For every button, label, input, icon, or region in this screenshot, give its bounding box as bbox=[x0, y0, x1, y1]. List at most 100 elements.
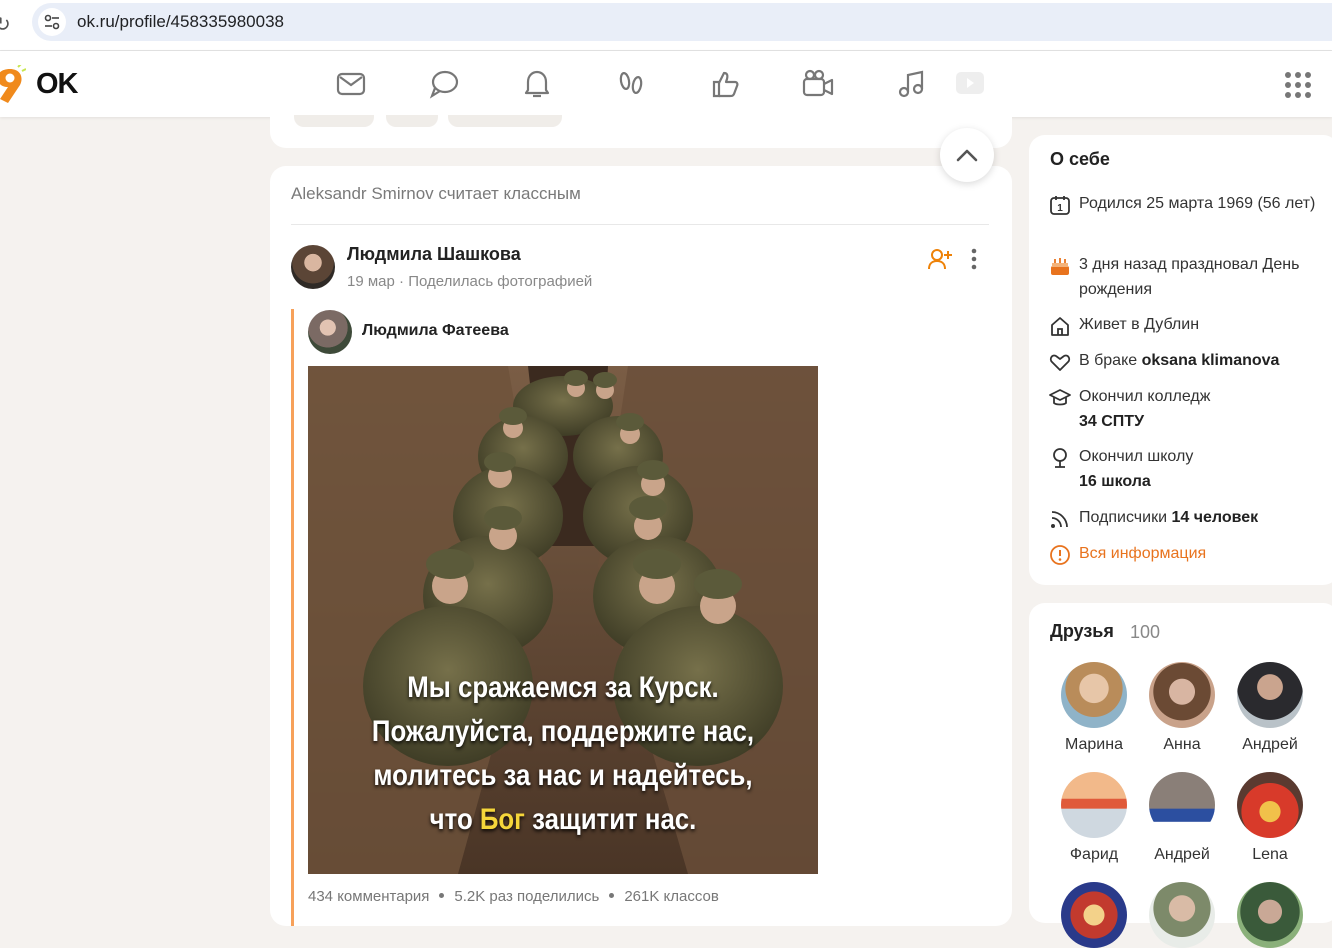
friends-title[interactable]: Друзья bbox=[1050, 621, 1114, 642]
friend-item[interactable] bbox=[1225, 882, 1315, 948]
top-navigation: OK bbox=[0, 51, 1332, 117]
friend-avatar bbox=[1149, 882, 1215, 948]
caption-line-part: защитит нас. bbox=[524, 803, 697, 836]
friend-avatar bbox=[1061, 662, 1127, 728]
friend-item[interactable]: Lena bbox=[1225, 772, 1315, 864]
post-author-name[interactable]: Людмила Шашкова bbox=[347, 244, 521, 265]
caption-line: что Бог защитит нас. bbox=[344, 798, 783, 842]
rss-icon bbox=[1051, 511, 1068, 528]
post-action: Поделилась фотографией bbox=[408, 273, 593, 290]
site-info-icon[interactable] bbox=[38, 8, 66, 36]
about-subscribers-text: Подписчики 14 человек bbox=[1079, 505, 1319, 530]
svg-text:1: 1 bbox=[1057, 203, 1063, 214]
shares-count[interactable]: 5.2K раз поделились bbox=[454, 888, 599, 905]
post-stats: 434 комментария 5.2K раз поделились 261K к… bbox=[308, 888, 719, 905]
reload-icon[interactable]: ↻ bbox=[0, 12, 11, 37]
home-icon bbox=[1051, 317, 1069, 336]
about-title: О себе bbox=[1050, 149, 1110, 169]
about-birth: 1 Родился 25 марта 1969 (56 лет) bbox=[1049, 191, 1319, 216]
author-avatar[interactable] bbox=[291, 245, 335, 289]
scroll-up-button[interactable] bbox=[940, 128, 994, 182]
hearts-icon bbox=[1049, 354, 1071, 371]
post-photo[interactable]: Мы сражаемся за Курск. Пожалуйста, подде… bbox=[308, 366, 818, 874]
logo-text: OK bbox=[36, 68, 78, 100]
repost-author-name[interactable]: Людмила Фатеева bbox=[362, 322, 509, 340]
post-date[interactable]: 19 мар bbox=[347, 273, 395, 290]
meta-separator: · bbox=[399, 273, 409, 290]
url-text: ok.ru/profile/458335980038 bbox=[77, 12, 284, 31]
about-school: Окончил школу 16 школа bbox=[1049, 444, 1319, 494]
caption-line: Пожалуйста, поддержите нас, bbox=[371, 715, 755, 748]
about-location-text: Живет в Дублин bbox=[1079, 316, 1200, 333]
add-friend-icon[interactable] bbox=[927, 246, 953, 272]
friend-avatar bbox=[1237, 882, 1303, 948]
more-options-icon[interactable] bbox=[964, 246, 984, 272]
ok-logo[interactable]: OK bbox=[0, 59, 84, 109]
liked-by-line: Aleksandr Smirnov считает классным bbox=[291, 184, 581, 203]
friend-name: Андрей bbox=[1242, 736, 1298, 753]
stats-separator bbox=[609, 893, 615, 898]
college-link[interactable]: 34 СПТУ bbox=[1079, 413, 1144, 430]
friend-item[interactable]: Анна bbox=[1137, 662, 1227, 754]
subscribers-link[interactable]: 14 человек bbox=[1171, 509, 1258, 526]
apps-grid-icon[interactable] bbox=[1284, 71, 1312, 99]
friend-item[interactable]: Марина bbox=[1049, 662, 1139, 754]
about-birth-text: Родился 25 марта 1969 (56 лет) bbox=[1079, 195, 1316, 212]
friend-item[interactable]: Андрей bbox=[1225, 662, 1315, 754]
calendar-icon: 1 bbox=[1050, 196, 1070, 215]
school-icon bbox=[1053, 448, 1067, 468]
friend-avatar bbox=[1237, 772, 1303, 838]
spouse-link[interactable]: oksana klimanova bbox=[1142, 352, 1280, 369]
guests-icon[interactable] bbox=[614, 67, 648, 101]
chevron-up-icon bbox=[956, 149, 978, 162]
ok-logo-mark-icon bbox=[0, 65, 26, 103]
friend-item[interactable] bbox=[1049, 882, 1139, 948]
caption-line-part: что bbox=[429, 803, 480, 836]
discussions-icon[interactable] bbox=[427, 67, 461, 101]
caption-highlight: Бог bbox=[479, 803, 525, 836]
friend-item[interactable]: Андрей bbox=[1137, 772, 1227, 864]
all-info-link[interactable]: Вся информация bbox=[1049, 541, 1319, 566]
clips-icon[interactable] bbox=[952, 67, 986, 101]
about-school-text: Окончил школу 16 школа bbox=[1079, 444, 1319, 494]
stats-separator bbox=[439, 893, 445, 898]
school-link[interactable]: 16 школа bbox=[1079, 473, 1151, 490]
friend-avatar bbox=[1061, 772, 1127, 838]
friends-count: 100 bbox=[1130, 622, 1161, 642]
subscribers-label: Подписчики bbox=[1079, 509, 1168, 526]
music-icon[interactable] bbox=[894, 67, 928, 101]
comments-count[interactable]: 434 комментария bbox=[308, 888, 429, 905]
college-label: Окончил колледж bbox=[1079, 388, 1211, 405]
caption-line: Мы сражаемся за Курск. bbox=[407, 671, 719, 704]
post-meta: 19 мар · Поделилась фотографией bbox=[347, 273, 592, 290]
likes-count[interactable]: 261K классов bbox=[624, 888, 719, 905]
previous-post-card bbox=[270, 115, 1012, 148]
friend-avatar bbox=[1237, 662, 1303, 728]
friend-avatar bbox=[1149, 662, 1215, 728]
video-icon[interactable] bbox=[801, 67, 835, 101]
about-marriage: В браке oksana klimanova bbox=[1049, 348, 1319, 373]
url-field[interactable]: ok.ru/profile/458335980038 bbox=[32, 3, 1332, 41]
about-marriage-text: В браке oksana klimanova bbox=[1079, 348, 1319, 373]
friend-item[interactable] bbox=[1137, 882, 1227, 948]
friend-item[interactable]: Фарид bbox=[1049, 772, 1139, 864]
previous-post-action-pill[interactable] bbox=[386, 115, 438, 127]
previous-post-action-pill[interactable] bbox=[294, 115, 374, 127]
friend-name: Марина bbox=[1065, 736, 1123, 753]
friend-avatar bbox=[1149, 772, 1215, 838]
friend-name: Lena bbox=[1252, 846, 1288, 863]
events-like-icon[interactable] bbox=[708, 67, 742, 101]
about-birthday-text: 3 дня назад праздновал День рождения bbox=[1079, 256, 1300, 298]
repost-indicator bbox=[291, 309, 294, 926]
cake-icon bbox=[1051, 258, 1069, 275]
repost-author-avatar[interactable] bbox=[308, 310, 352, 354]
school-label: Окончил школу bbox=[1079, 448, 1194, 465]
graduation-cap-icon bbox=[1049, 389, 1071, 406]
messages-icon[interactable] bbox=[334, 67, 368, 101]
about-college-text: Окончил колледж 34 СПТУ bbox=[1079, 384, 1319, 434]
info-icon bbox=[1050, 545, 1070, 565]
marriage-label: В браке bbox=[1079, 352, 1138, 369]
previous-post-action-pill[interactable] bbox=[448, 115, 562, 127]
notifications-icon[interactable] bbox=[520, 67, 554, 101]
friend-name: Фарид bbox=[1069, 846, 1119, 863]
